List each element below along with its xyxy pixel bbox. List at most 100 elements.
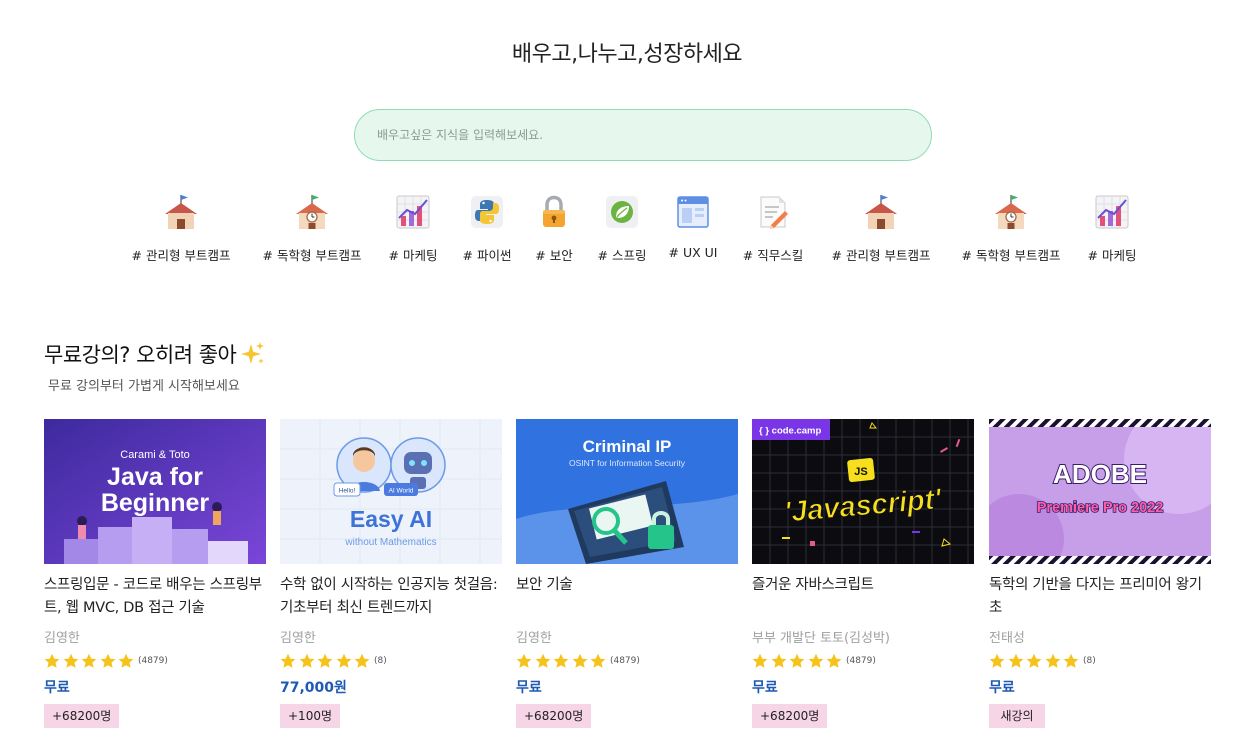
star-icon xyxy=(280,653,296,668)
star-icon xyxy=(118,653,134,668)
thumb-title: Easy AI xyxy=(350,506,432,532)
thumb-bubble: AI World xyxy=(389,488,414,495)
thumb-title: ADOBE xyxy=(1053,459,1147,489)
review-count: (8) xyxy=(1082,656,1096,666)
course-title[interactable]: 독학의 기반을 다지는 프리미어 왕기초 xyxy=(989,574,1211,620)
search-input[interactable] xyxy=(375,127,919,143)
star-icon xyxy=(81,653,97,668)
category-item-job-skill[interactable]: # 직무스킬 xyxy=(713,192,833,264)
star-icon xyxy=(1026,653,1042,668)
star-icon xyxy=(535,653,550,668)
course-rating: (8) xyxy=(989,653,1211,669)
thumb-title: Criminal IP xyxy=(583,437,672,456)
thumb-title: Java for xyxy=(107,463,203,491)
course-author: 김영한 xyxy=(516,631,552,646)
window-icon xyxy=(677,196,709,228)
thumb-caption: { } code.camp xyxy=(759,426,821,437)
course-price: 77,000원 xyxy=(280,680,347,696)
star-icon xyxy=(44,653,60,668)
review-count: (4879) xyxy=(609,656,640,666)
star-icon xyxy=(789,653,805,668)
category-label: # 관리형 부트캠프 xyxy=(131,248,231,263)
course-rating: (4879) xyxy=(516,653,738,669)
category-item-marketing[interactable]: # 마케팅 xyxy=(1052,192,1172,264)
course-price: 무료 xyxy=(44,680,70,696)
review-count: (4879) xyxy=(845,656,876,666)
thumb-caption: Premiere Pro 2022 xyxy=(1037,500,1164,516)
star-icon xyxy=(1045,653,1061,668)
sparkles-icon xyxy=(241,342,265,364)
course-rating: (4879) xyxy=(44,653,266,669)
course-author: 부부 개발단 토토(김성박) xyxy=(752,631,891,646)
page-title: 배우고,나누고,성장하세요 xyxy=(511,42,743,67)
section-subtitle: 무료 강의부터 가볍게 시작해보세요 xyxy=(48,379,240,394)
section-title: 무료강의? 오히려 좋아 xyxy=(44,339,266,369)
course-author: 김영한 xyxy=(44,631,80,646)
course-price: 무료 xyxy=(516,680,542,696)
course-thumbnail[interactable]: Hello! AI World Easy AI without Mathemat… xyxy=(280,419,502,564)
star-icon xyxy=(516,653,532,668)
thumb-caption: OSINT for Information Security xyxy=(569,458,686,468)
course-price: 무료 xyxy=(752,680,778,696)
course-thumbnail[interactable]: Criminal IP OSINT for Information Securi… xyxy=(516,419,738,564)
schoolhouse-icon xyxy=(865,195,897,229)
search-bar[interactable] xyxy=(354,109,932,161)
course-title[interactable]: 수학 없이 시작하는 인공지능 첫걸음: 기초부터 최신 트렌드까지 xyxy=(280,574,502,620)
category-list: # 관리형 부트캠프 # 독학형 부트캠프 # 마케팅 # 파이썬 # 보안 #… xyxy=(0,192,1254,272)
student-count-badge: +68200명 xyxy=(752,704,828,728)
section-title-text: 무료강의? 오히려 좋아 xyxy=(44,343,237,367)
star-icon xyxy=(553,653,569,668)
course-rating: (4879) xyxy=(752,653,974,669)
course-author: 김영한 xyxy=(280,631,316,646)
student-count-badge: +68200명 xyxy=(44,704,120,728)
course-thumbnail[interactable]: { } code.camp JS 'Javascript' xyxy=(752,419,974,564)
course-thumbnail[interactable]: ADOBE Premiere Pro 2022 xyxy=(989,419,1211,564)
course-rating: (8) xyxy=(280,653,502,669)
course-title[interactable]: 즐거운 자바스크립트 xyxy=(752,574,974,620)
star-icon xyxy=(100,653,116,668)
course-card[interactable]: Hello! AI World Easy AI without Mathemat… xyxy=(280,419,502,728)
schoolhouse-icon xyxy=(165,195,197,229)
category-label: # 직무스킬 xyxy=(742,248,804,263)
thumb-caption: without Mathematics xyxy=(344,537,436,548)
review-count: (8) xyxy=(373,656,387,666)
star-icon xyxy=(808,653,824,668)
thumb-title: Beginner xyxy=(101,489,210,517)
star-icon xyxy=(317,653,333,668)
school-clock-icon xyxy=(296,195,328,229)
star-icon xyxy=(771,653,786,668)
thumb-caption: Carami & Toto xyxy=(120,449,190,461)
course-price: 무료 xyxy=(989,680,1015,696)
course-card[interactable]: { } code.camp JS 'Javascript' 즐거운 자바스크립트… xyxy=(752,419,974,728)
student-count-badge: +68200명 xyxy=(516,704,592,728)
star-icon xyxy=(63,653,78,668)
category-item-managed-bootcamp[interactable]: # 관리형 부트캠프 xyxy=(121,192,241,264)
student-count-badge: 새강의 xyxy=(989,704,1045,728)
star-icon xyxy=(826,653,842,668)
thumb-bubble: Hello! xyxy=(339,488,356,495)
course-card[interactable]: Carami & Toto Java for Beginner 스프링입문 - … xyxy=(44,419,266,728)
course-thumbnail[interactable]: Carami & Toto Java for Beginner xyxy=(44,419,266,564)
category-label: # 관리형 부트캠프 xyxy=(831,248,931,263)
memo-pencil-icon xyxy=(760,196,788,229)
student-count-badge: +100명 xyxy=(280,704,340,728)
thumb-badge: JS xyxy=(854,466,867,478)
star-icon xyxy=(752,653,768,668)
school-clock-icon xyxy=(995,195,1027,229)
category-item-managed-bootcamp[interactable]: # 관리형 부트캠프 xyxy=(821,192,941,264)
star-icon xyxy=(1008,653,1023,668)
star-icon xyxy=(299,653,314,668)
review-count: (4879) xyxy=(137,656,168,666)
star-icon xyxy=(989,653,1005,668)
star-icon xyxy=(572,653,588,668)
star-icon xyxy=(354,653,370,668)
star-icon xyxy=(1063,653,1079,668)
course-title[interactable]: 보안 기술 xyxy=(516,574,738,620)
course-card[interactable]: Criminal IP OSINT for Information Securi… xyxy=(516,419,738,728)
star-icon xyxy=(590,653,606,668)
category-label: # 마케팅 xyxy=(1087,248,1137,263)
course-card[interactable]: ADOBE Premiere Pro 2022 독학의 기반을 다지는 프리미어… xyxy=(989,419,1211,728)
course-title[interactable]: 스프링입문 - 코드로 배우는 스프링부트, 웹 MVC, DB 접근 기술 xyxy=(44,574,266,620)
course-author: 전태성 xyxy=(989,631,1025,646)
star-icon xyxy=(336,653,352,668)
